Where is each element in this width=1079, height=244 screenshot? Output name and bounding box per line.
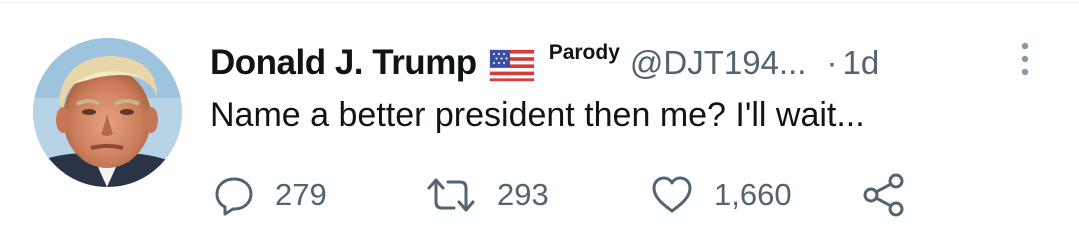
tweet-card[interactable]: Donald J. Trump Parody @DJT194... · 1d N…	[0, 0, 1079, 244]
more-vertical-icon[interactable]	[1016, 40, 1034, 78]
share-button[interactable]	[861, 172, 907, 218]
reply-bubble-icon	[213, 174, 255, 216]
display-name[interactable]: Donald J. Trump	[210, 43, 477, 83]
reply-count: 279	[275, 177, 327, 212]
share-icon	[861, 173, 907, 217]
tweet-text: Name a better president then me? I'll wa…	[210, 96, 865, 134]
parody-label: Parody	[548, 41, 620, 64]
like-count: 1,660	[714, 177, 792, 212]
heart-icon	[650, 174, 694, 216]
retweet-icon	[425, 174, 477, 216]
tweet-actions: 279 293 1,660	[213, 172, 933, 218]
avatar[interactable]	[33, 38, 182, 187]
timestamp[interactable]: 1d	[842, 44, 879, 82]
retweet-button[interactable]: 293	[425, 172, 549, 218]
reply-button[interactable]: 279	[213, 172, 327, 218]
user-handle[interactable]: @DJT194...	[630, 44, 807, 82]
avatar-portrait	[33, 38, 182, 187]
us-flag-icon	[488, 48, 536, 82]
retweet-count: 293	[497, 177, 549, 212]
like-button[interactable]: 1,660	[650, 172, 792, 218]
separator-dot: ·	[826, 44, 838, 81]
tweet-header: Donald J. Trump Parody @DJT194... · 1d	[210, 38, 879, 88]
